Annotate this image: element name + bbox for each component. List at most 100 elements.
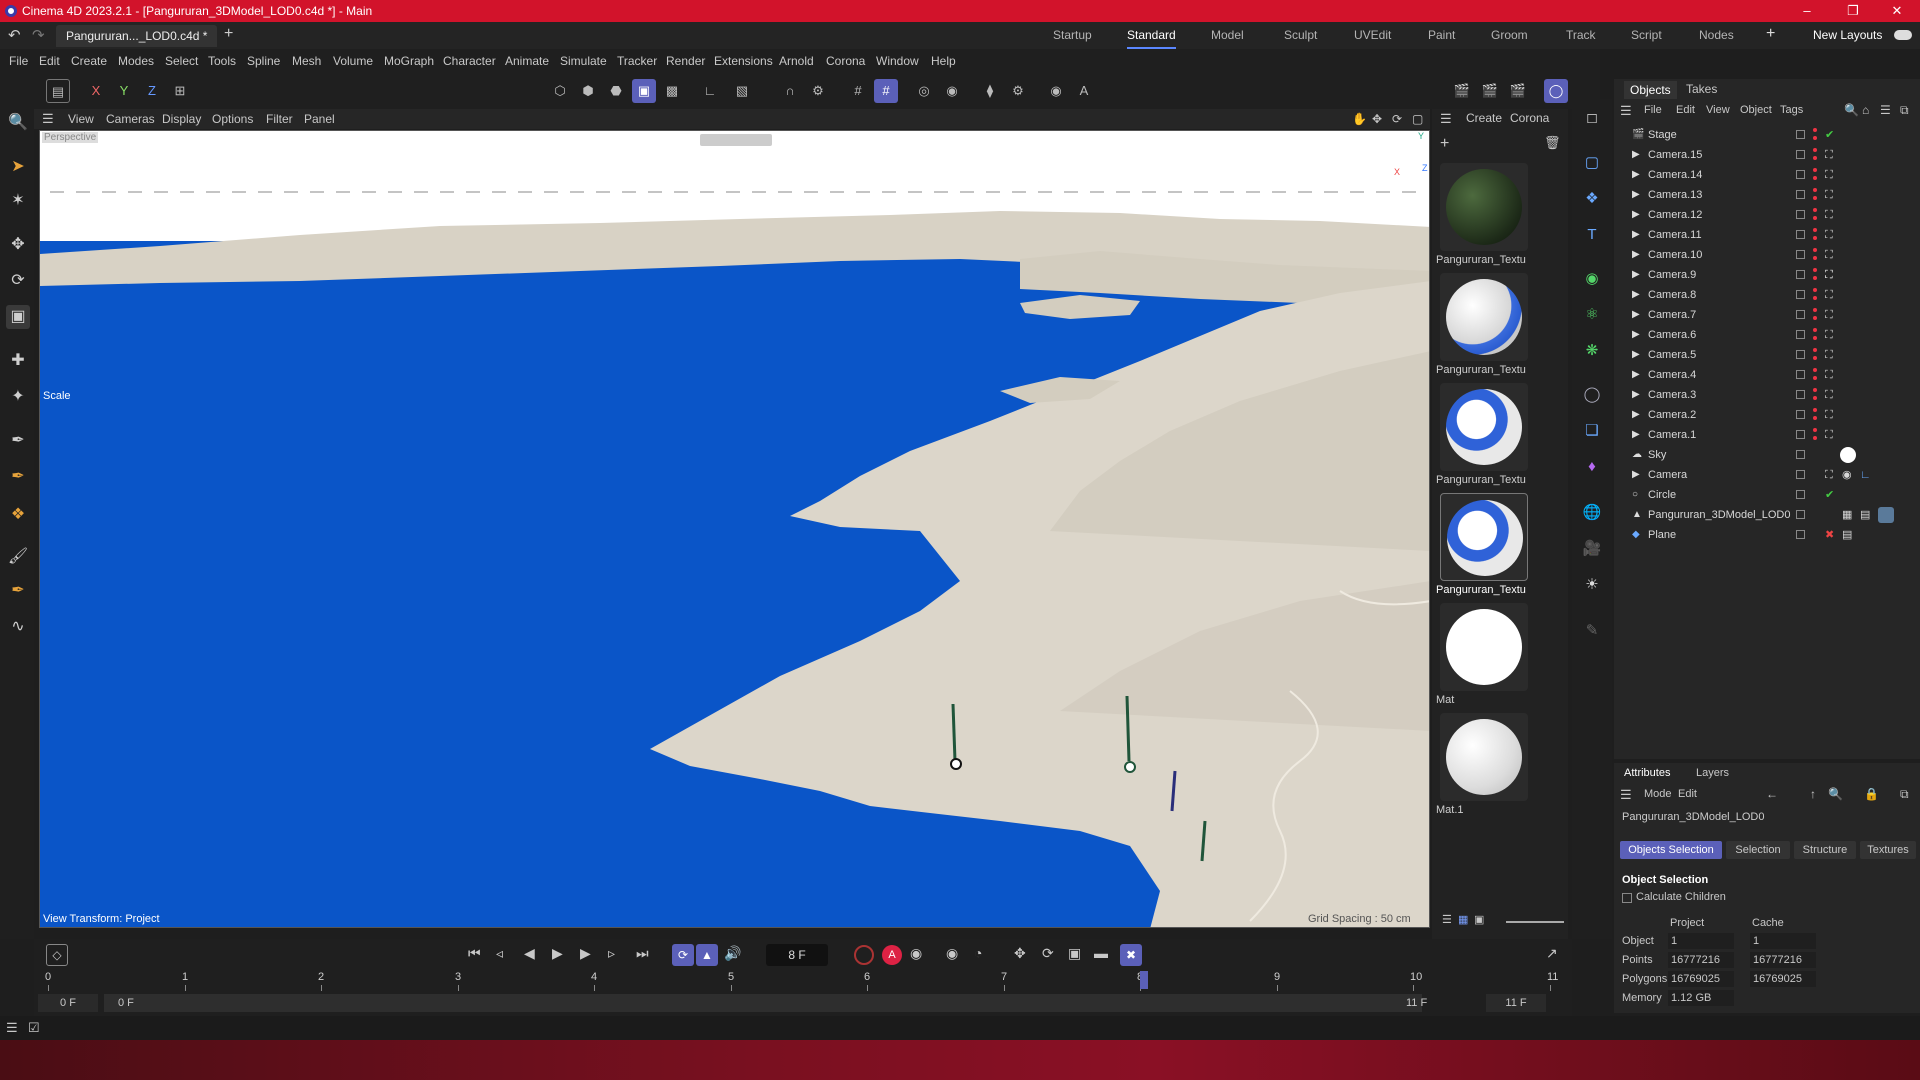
document-tab[interactable]: Pangururan..._LOD0.c4d * — [56, 25, 218, 47]
soft-selection-icon[interactable]: ▧ — [730, 79, 754, 103]
target-tag-icon[interactable]: ⛶ — [1825, 349, 1837, 361]
menu-character[interactable]: Character — [443, 49, 496, 73]
search-icon[interactable]: 🔍 — [6, 111, 30, 135]
delete-material-icon[interactable]: 🗑 — [1544, 135, 1561, 151]
target-tag-icon[interactable]: ⛶ — [1825, 289, 1837, 301]
camera-object-icon[interactable]: 🎥 — [1580, 537, 1604, 561]
generator-icon[interactable]: ◉ — [1580, 267, 1604, 291]
objects-menu-file[interactable]: File — [1644, 104, 1662, 116]
primitive-cube-icon[interactable]: ❖ — [1580, 187, 1604, 211]
edit-flag[interactable] — [1796, 350, 1805, 359]
grid-snap-icon[interactable]: # — [846, 79, 870, 103]
render-region-icon[interactable]: ◎ — [912, 79, 936, 103]
workplane-icon[interactable]: ◉ — [1044, 79, 1068, 103]
viewport-menu-panel[interactable]: Panel — [304, 109, 335, 129]
edit-flag[interactable] — [1796, 150, 1805, 159]
target-tag-icon[interactable]: ⛶ — [1825, 329, 1837, 341]
objects-search-icon[interactable]: 🔍 — [1844, 103, 1859, 117]
object-row-camera5[interactable]: ▶ Camera.5 ⛶ — [1614, 345, 1920, 365]
object-row-camera6[interactable]: ▶ Camera.6 ⛶ — [1614, 325, 1920, 345]
go-to-end-icon[interactable]: ⏭ — [636, 945, 649, 962]
uvw-tag-icon[interactable]: ▤ — [1860, 509, 1872, 521]
edit-flag[interactable] — [1796, 370, 1805, 379]
layout-paint[interactable]: Paint — [1428, 22, 1455, 49]
edit-flag[interactable] — [1796, 130, 1805, 139]
magnet-icon[interactable]: ∩ — [778, 79, 802, 103]
layout-model[interactable]: Model — [1211, 22, 1244, 49]
add-material-icon[interactable]: + — [1440, 135, 1449, 153]
subtab-textures[interactable]: Textures — [1860, 841, 1916, 859]
attributes-menu-edit[interactable]: Edit — [1678, 788, 1697, 800]
menu-file[interactable]: File — [9, 49, 28, 73]
menu-mesh[interactable]: Mesh — [292, 49, 321, 73]
text-object-icon[interactable]: T — [1580, 223, 1604, 247]
rotate-tool-icon[interactable]: ⟳ — [6, 269, 30, 293]
subtab-selection[interactable]: Selection — [1726, 841, 1790, 859]
viewport-hamburger-icon[interactable]: ☰ — [42, 109, 54, 129]
field-icon[interactable]: ❏ — [1580, 419, 1604, 443]
null-object-icon[interactable]: □ — [1580, 107, 1604, 131]
go-to-start-icon[interactable]: ⏮ — [468, 945, 481, 962]
target-tag-icon[interactable]: ⛶ — [1825, 169, 1837, 181]
back-arrow-icon[interactable]: ← — [1766, 787, 1778, 801]
object-row-sky[interactable]: ☁ Sky — [1614, 445, 1920, 465]
edit-flag[interactable] — [1796, 430, 1805, 439]
material-swatch-5[interactable] — [1440, 603, 1528, 691]
material-swatch-1[interactable] — [1440, 163, 1528, 251]
layout-groom[interactable]: Groom — [1491, 22, 1528, 49]
target-tag-icon[interactable]: ⛶ — [1825, 149, 1837, 161]
create-cube-icon[interactable]: ❖ — [6, 503, 30, 527]
subtab-structure[interactable]: Structure — [1794, 841, 1856, 859]
menu-animate[interactable]: Animate — [505, 49, 549, 73]
material-swatch-6[interactable] — [1440, 713, 1528, 801]
large-view-icon[interactable]: ▣ — [1474, 913, 1484, 926]
paint-brush-icon[interactable]: 🖌 — [6, 545, 30, 569]
model-mode-icon[interactable]: ▤ — [46, 79, 70, 103]
timeline-graph-icon[interactable]: ↗ — [1546, 945, 1558, 962]
viewport-menu-display[interactable]: Display — [162, 109, 201, 129]
objects-expand-icon[interactable]: ⧉ — [1900, 103, 1909, 118]
object-row-camera11[interactable]: ▶ Camera.11 ⛶ — [1614, 225, 1920, 245]
objects-menu-object[interactable]: Object — [1740, 104, 1772, 116]
object-row-pangururan-model[interactable]: ▲ Pangururan_3DModel_LOD0 ▦ ▤ — [1614, 505, 1920, 525]
objects-hamburger-icon[interactable]: ☰ — [1620, 103, 1632, 119]
object-row-camera12[interactable]: ▶ Camera.12 ⛶ — [1614, 205, 1920, 225]
pla-key-icon[interactable]: ✖ — [1120, 944, 1142, 966]
keyframe-icon[interactable]: ◇ — [46, 944, 68, 966]
menu-create[interactable]: Create — [71, 49, 107, 73]
playhead[interactable] — [1140, 971, 1148, 989]
object-row-camera15[interactable]: ▶ Camera.15 ⛶ — [1614, 145, 1920, 165]
key-rotation-icon[interactable]: ◔ — [974, 945, 982, 961]
tweak-settings-icon[interactable]: ⚙ — [806, 79, 830, 103]
menu-spline[interactable]: Spline — [247, 49, 280, 73]
status-check-icon[interactable]: ☑ — [28, 1020, 40, 1036]
object-row-camera8[interactable]: ▶ Camera.8 ⛶ — [1614, 285, 1920, 305]
swatch-size-slider[interactable] — [1506, 921, 1564, 923]
tab-takes[interactable]: Takes — [1686, 82, 1717, 96]
edit-flag[interactable] — [1796, 290, 1805, 299]
polygons-mode-icon[interactable]: ⬣ — [604, 79, 628, 103]
layout-script[interactable]: Script — [1631, 22, 1662, 49]
edit-flag[interactable] — [1796, 490, 1805, 499]
mograph-cloner-icon[interactable]: ⚛ — [1580, 303, 1604, 327]
objects-filter-icon[interactable]: ☰ — [1880, 103, 1891, 117]
arnold-icon[interactable]: A — [1072, 79, 1096, 103]
layout-nodes[interactable]: Nodes — [1699, 22, 1734, 49]
layout-track[interactable]: Track — [1566, 22, 1596, 49]
menu-window[interactable]: Window — [876, 49, 919, 73]
objects-menu-edit[interactable]: Edit — [1676, 104, 1695, 116]
autokey-range-icon[interactable]: ▲ — [696, 944, 718, 966]
target-tag-icon[interactable]: ⛶ — [1825, 429, 1837, 441]
spline-pen-icon[interactable]: ✒ — [6, 429, 30, 453]
material-menu-corona[interactable]: Corona — [1510, 111, 1549, 125]
viewport-menu-filter[interactable]: Filter — [266, 109, 293, 129]
status-hamburger-icon[interactable]: ☰ — [6, 1020, 18, 1036]
attributes-hamburger-icon[interactable]: ☰ — [1620, 787, 1632, 803]
edit-flag[interactable] — [1796, 470, 1805, 479]
render-settings-icon[interactable]: ◉ — [940, 79, 964, 103]
layout-standard[interactable]: Standard — [1127, 22, 1176, 49]
object-row-camera7[interactable]: ▶ Camera.7 ⛶ — [1614, 305, 1920, 325]
camera-tag-icon[interactable]: ∟ — [1860, 469, 1872, 481]
previous-key-icon[interactable]: ◃ — [496, 945, 503, 962]
object-row-camera14[interactable]: ▶ Camera.14 ⛶ — [1614, 165, 1920, 185]
